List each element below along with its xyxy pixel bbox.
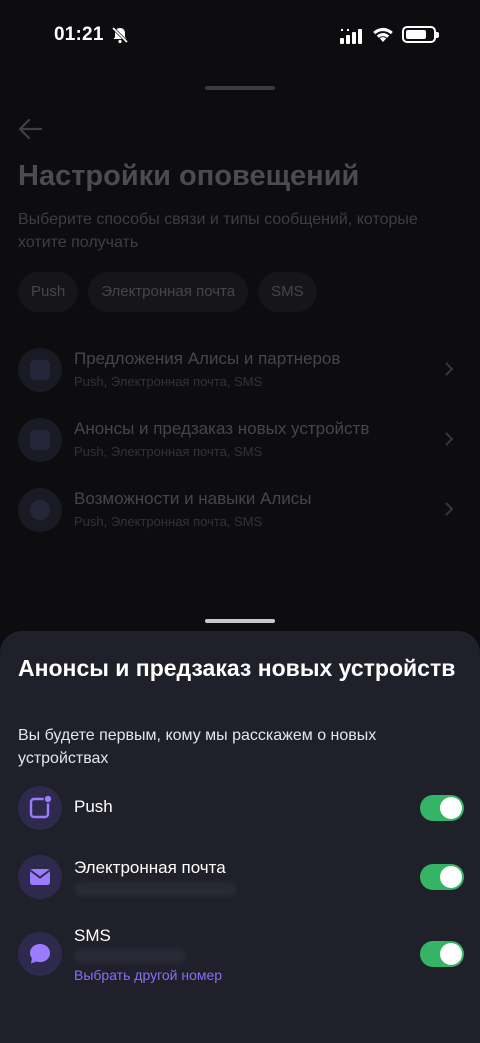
page-drag-handle[interactable] xyxy=(205,86,275,90)
sheet-drag-handle[interactable] xyxy=(205,619,275,623)
email-toggle[interactable] xyxy=(420,864,464,890)
list-item-title: Возможности и навыки Алисы xyxy=(74,489,312,508)
chevron-right-icon xyxy=(445,432,454,446)
chevron-right-icon xyxy=(445,362,454,376)
channel-row-email: Электронная почта xyxy=(18,855,464,915)
list-item-title: Предложения Алисы и партнеров xyxy=(74,349,341,368)
channel-filter-chips: Push Электронная почта SMS xyxy=(18,272,317,312)
channel-label: SMS xyxy=(74,926,111,945)
back-arrow-icon[interactable] xyxy=(18,118,42,140)
push-notification-icon xyxy=(18,786,62,830)
list-item-alice-skills[interactable]: Возможности и навыки Алисы Push, Электро… xyxy=(18,474,462,544)
phone-number-redacted xyxy=(74,949,186,963)
devices-icon xyxy=(18,418,62,462)
notification-categories: Предложения Алисы и партнеров Push, Элек… xyxy=(18,334,462,544)
tag-icon xyxy=(18,348,62,392)
sheet-title: Анонсы и предзаказ новых устройств xyxy=(18,655,456,681)
sms-toggle[interactable] xyxy=(420,941,464,967)
list-item-alice-offers[interactable]: Предложения Алисы и партнеров Push, Элек… xyxy=(18,334,462,404)
chip-email[interactable]: Электронная почта xyxy=(88,272,249,312)
page-subtitle: Выберите способы связи и типы сообщений,… xyxy=(18,211,418,251)
channel-label: Push xyxy=(74,797,113,816)
chip-push[interactable]: Push xyxy=(18,272,79,312)
list-item-subtitle: Push, Электронная почта, SMS xyxy=(74,374,263,389)
page-title: Настройки оповещений xyxy=(18,160,360,192)
change-number-link[interactable]: Выбрать другой номер xyxy=(74,967,222,983)
chip-sms[interactable]: SMS xyxy=(258,272,317,312)
channel-row-push: Push xyxy=(18,786,464,830)
sms-chat-icon xyxy=(18,932,62,976)
channel-row-sms: SMS Выбрать другой номер xyxy=(18,926,464,992)
channel-label: Электронная почта xyxy=(74,858,226,877)
chevron-right-icon xyxy=(445,502,454,516)
list-item-subtitle: Push, Электронная почта, SMS xyxy=(74,444,263,459)
list-item-title: Анонсы и предзаказ новых устройств xyxy=(74,419,370,438)
sheet-description: Вы будете первым, кому мы расскажем о но… xyxy=(18,727,377,767)
list-item-subtitle: Push, Электронная почта, SMS xyxy=(74,514,263,529)
email-address-redacted xyxy=(74,882,236,896)
alice-icon xyxy=(18,488,62,532)
bottom-sheet: Анонсы и предзаказ новых устройств Вы бу… xyxy=(0,631,480,1043)
push-toggle[interactable] xyxy=(420,795,464,821)
email-icon xyxy=(18,855,62,899)
list-item-device-announcements[interactable]: Анонсы и предзаказ новых устройств Push,… xyxy=(18,404,462,474)
